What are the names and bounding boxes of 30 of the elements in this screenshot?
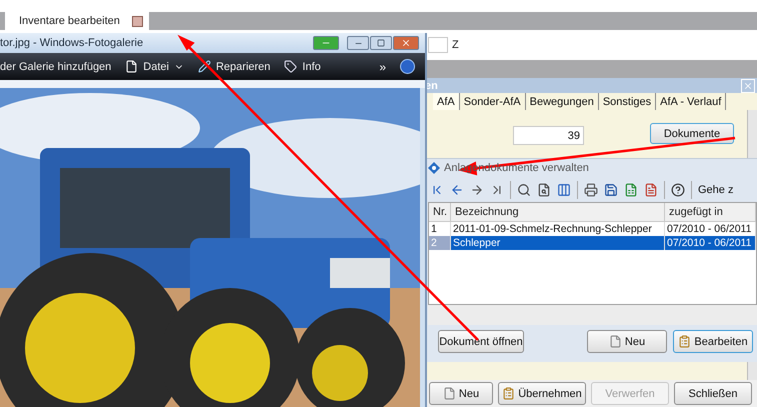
documents-button[interactable]: Dokumente [650,123,734,144]
tab[interactable]: Inventare bearbeiten [5,12,149,30]
table-cell[interactable]: 07/2010 - 06/2011 [665,236,756,250]
tab[interactable]: AfA - Verlauf [656,93,726,110]
table-cell[interactable]: 07/2010 - 06/2011 [665,222,756,236]
toolbar-item[interactable]: Reparieren [198,60,270,73]
window-title: tor.jpg - Windows-Fotogalerie [0,37,144,49]
overflow-button[interactable]: » [379,60,386,74]
tab[interactable]: Sonder-AfA [460,93,526,110]
dialog-button[interactable]: Schließen [674,382,752,405]
dialog-button[interactable]: Neu [429,382,493,405]
toolbar-item[interactable]: der Galerie hinzufügen [0,60,112,72]
table-cell[interactable]: 1 [429,222,451,236]
number-field[interactable]: 39 [513,126,584,145]
field-label: Z [452,39,459,51]
dialog-button[interactable]: Bearbeiten [673,330,753,353]
dialog-button[interactable]: Übernehmen [498,382,586,405]
toolbar-item[interactable]: Info [284,60,321,73]
dialog-button[interactable]: Neu [587,330,667,353]
tab[interactable]: AfA [433,93,460,110]
dialog-button[interactable]: Dokument öffnen [438,330,524,353]
tab[interactable]: Sonstiges [598,93,656,110]
toolbar-item[interactable]: Datei [125,60,184,73]
column-header[interactable]: Bezeichnung [451,203,665,222]
table-cell[interactable]: Schlepper [451,236,665,250]
tab[interactable]: Bewegungen [526,93,599,110]
column-header[interactable]: Nr. [429,203,451,222]
column-header[interactable]: zugefügt in [665,203,756,222]
goto-label[interactable]: Gehe z [698,184,734,196]
table-cell[interactable]: 2011-01-09-Schmelz-Rechnung-Schlepper [451,222,665,236]
